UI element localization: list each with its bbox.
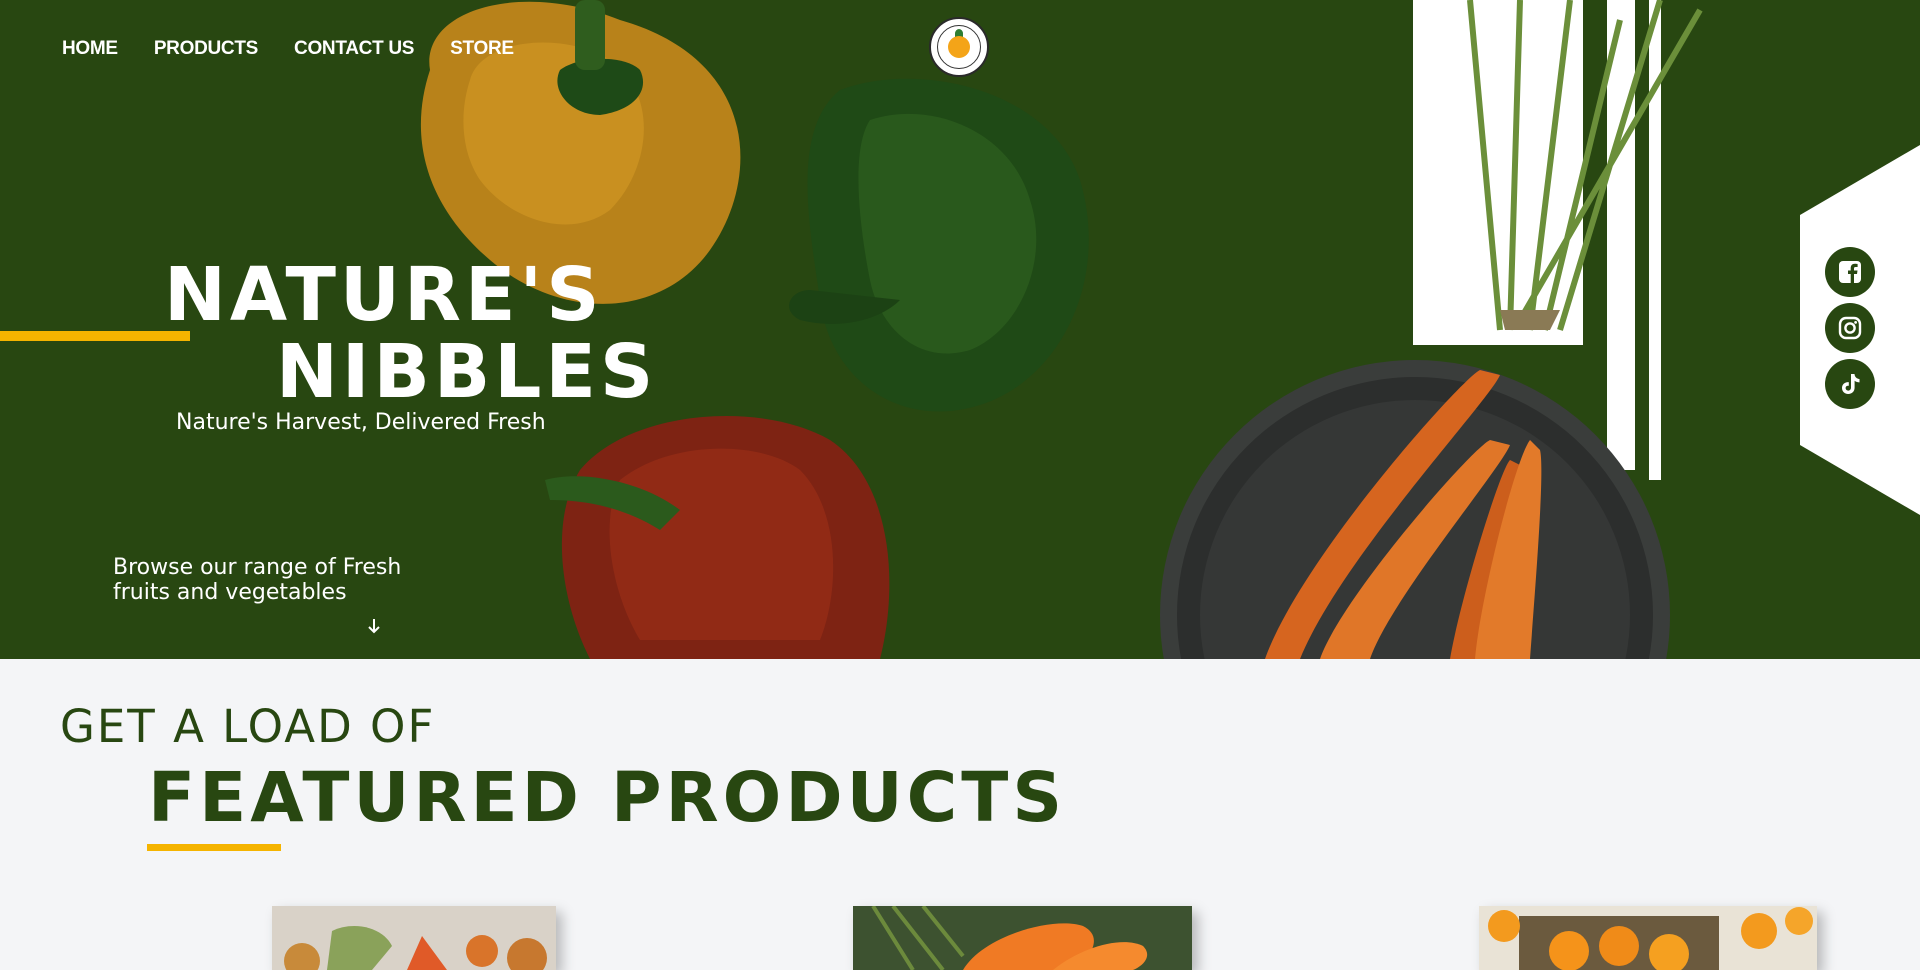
nav-home-link[interactable]: HOME	[62, 38, 118, 60]
arrow-down-icon[interactable]	[364, 616, 384, 636]
instagram-button[interactable]	[1825, 303, 1875, 353]
featured-title: FEATURED PRODUCTS	[148, 758, 1067, 838]
tiktok-button[interactable]	[1825, 359, 1875, 409]
product-image	[871, 906, 1148, 970]
browse-text-line1: Browse our range of Fresh	[113, 555, 402, 580]
accent-underline	[0, 331, 190, 341]
hero-section: HOME PRODUCTS CONTACT US STORE NATURE'S …	[0, 0, 1920, 659]
hero-tagline: Nature's Harvest, Delivered Fresh	[176, 410, 546, 435]
hero-title-line1: NATURE'S	[164, 252, 604, 338]
nav-products-link[interactable]: PRODUCTS	[154, 38, 259, 60]
browse-text-line2: fruits and vegetables	[113, 580, 347, 605]
nav-store-link[interactable]: STORE	[450, 38, 514, 60]
product-image	[1488, 907, 1813, 970]
instagram-icon	[1838, 316, 1862, 340]
browse-text: Browse our range of Fresh fruits and veg…	[113, 555, 443, 605]
tiktok-icon	[1842, 374, 1860, 394]
brand-logo[interactable]	[929, 17, 989, 77]
nav-contact-us-link[interactable]: CONTACT US	[294, 38, 414, 60]
product-card-carrots[interactable]	[853, 906, 1192, 970]
hero-title-line2: NIBBLES	[276, 329, 658, 415]
product-card-oranges[interactable]	[1479, 906, 1817, 970]
green-pepper-image	[789, 78, 1089, 412]
carrot-bowl-image	[1160, 0, 1703, 659]
product-card-mixed-vegetables[interactable]	[272, 906, 556, 970]
product-image	[284, 926, 547, 970]
facebook-button[interactable]	[1825, 247, 1875, 297]
featured-underline	[147, 844, 281, 851]
featured-subtitle: GET A LOAD OF	[60, 700, 436, 753]
main-nav: HOME PRODUCTS CONTACT US STORE	[62, 38, 514, 60]
facebook-icon	[1839, 261, 1861, 283]
red-pepper-image	[545, 416, 890, 659]
